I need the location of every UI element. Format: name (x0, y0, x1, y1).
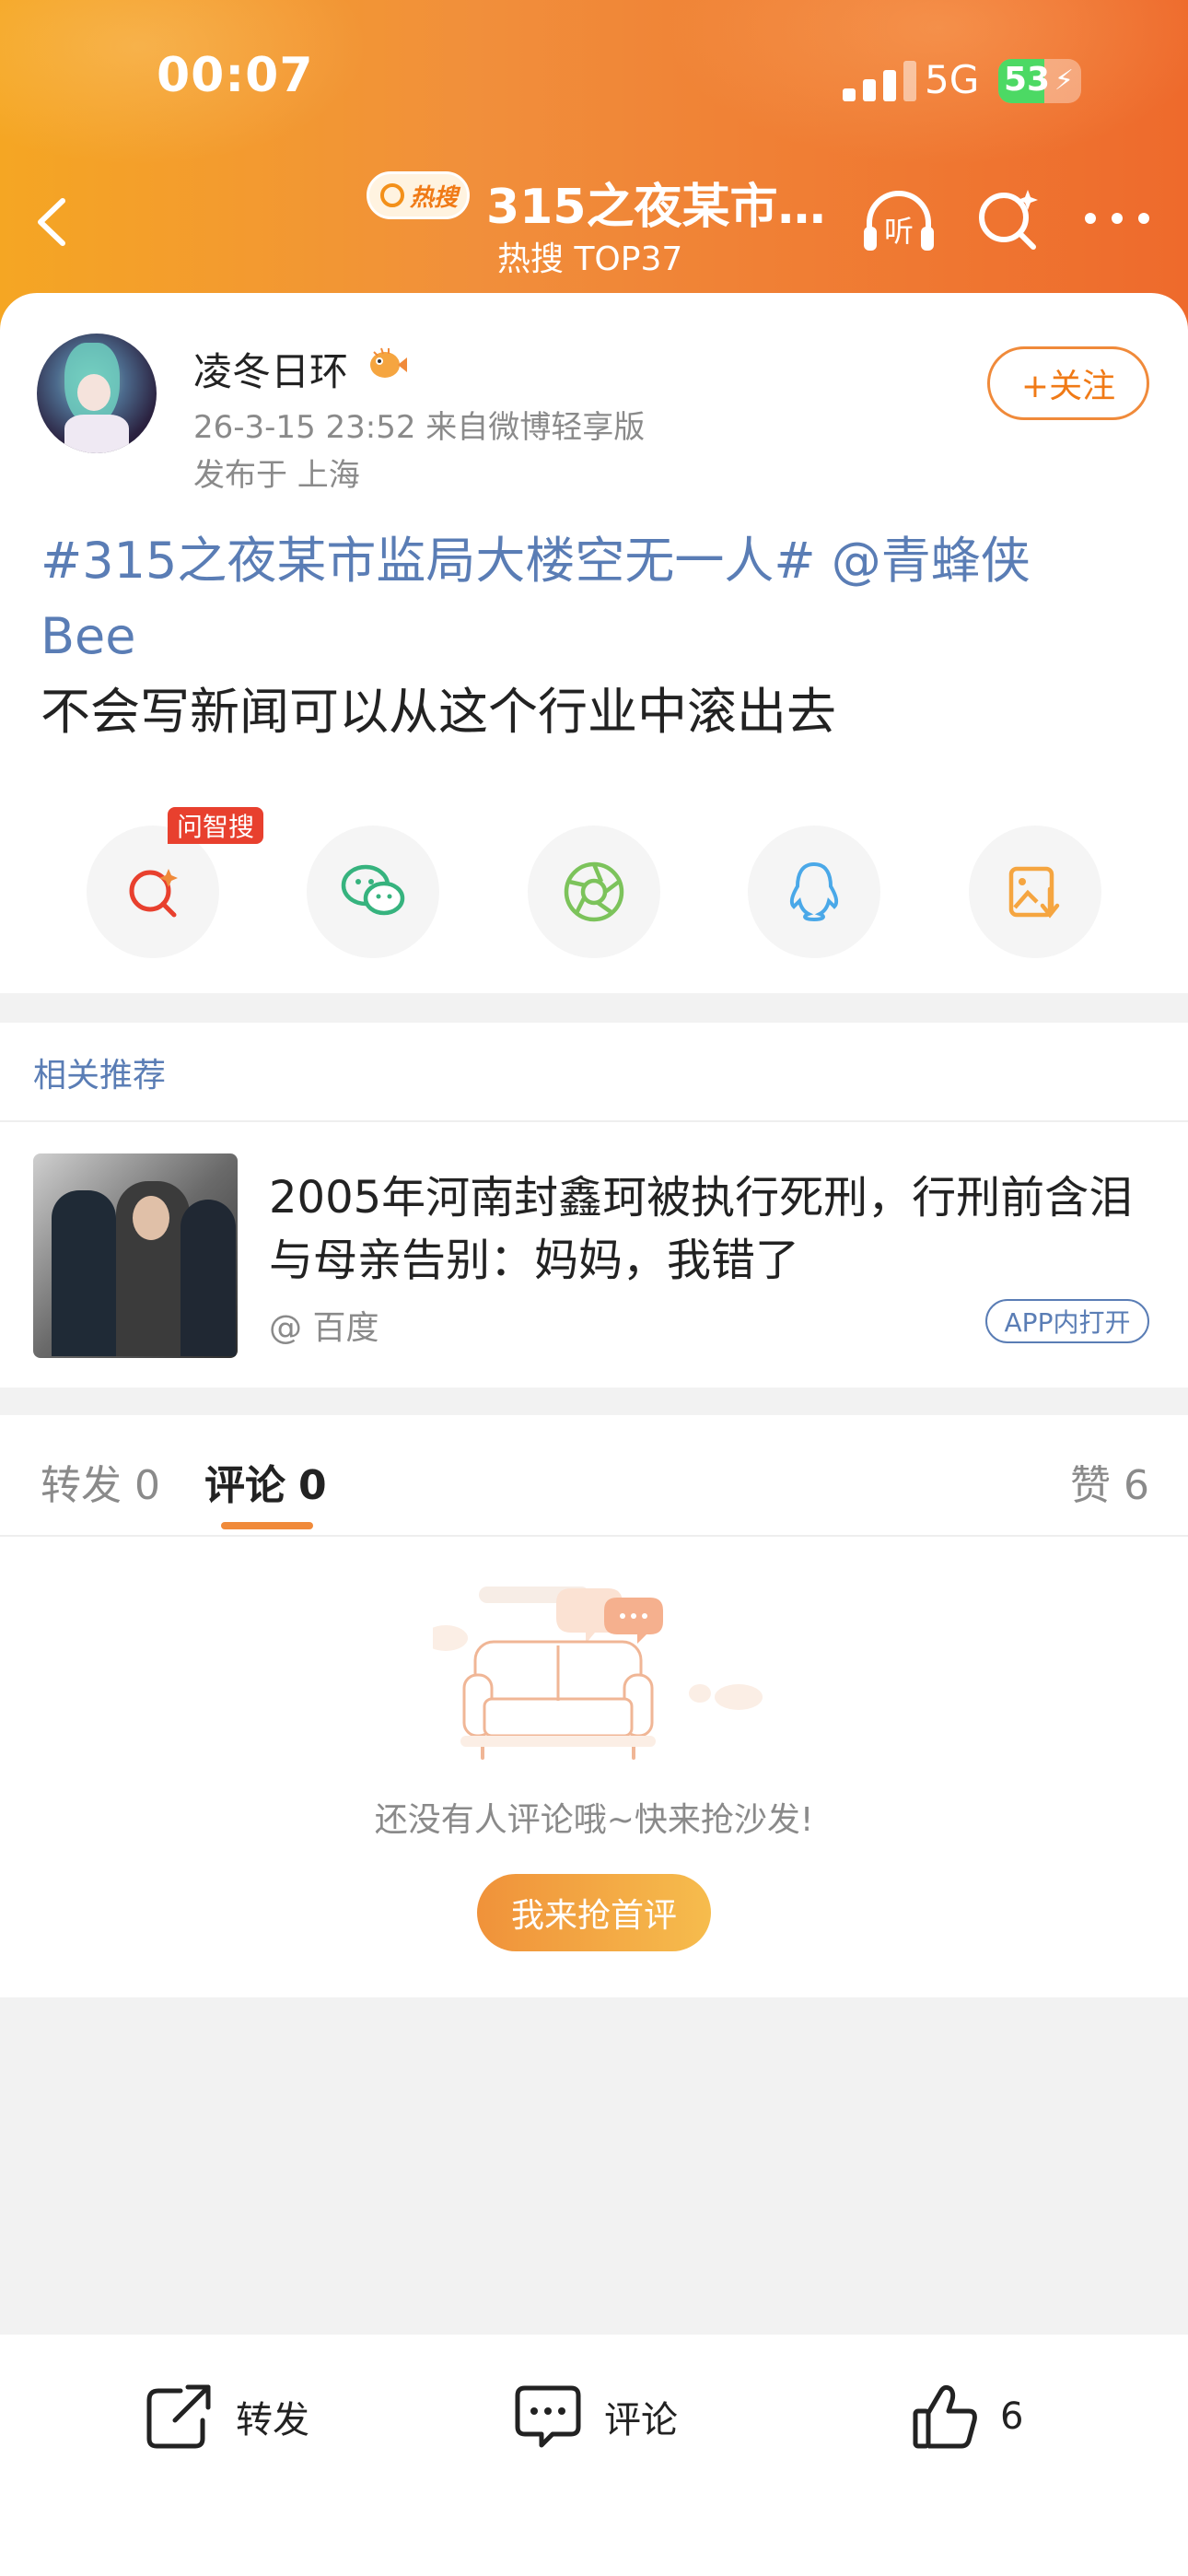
share-save-image-button[interactable] (969, 825, 1101, 958)
dot-icon (1138, 213, 1149, 224)
charging-icon: ⚡ (1054, 64, 1074, 97)
page-subtitle: 热搜 TOP37 (497, 240, 683, 278)
related-recommendations: 相关推荐 2005年河南封鑫珂被执行死刑，行刑前含泪与母亲告别：妈妈，我错了 @… (0, 1023, 1188, 1388)
comment-label: 评论 (604, 2399, 678, 2441)
share-wenzhisou-button[interactable] (87, 825, 219, 958)
share-qq-button[interactable] (748, 825, 880, 958)
comment-bubble-icon (515, 2385, 581, 2448)
divider (0, 1120, 1188, 1122)
share-moments-button[interactable] (528, 825, 660, 958)
repost-button[interactable]: 转发 (144, 2375, 309, 2458)
moments-icon (564, 861, 624, 922)
share-wechat-button[interactable] (307, 825, 439, 958)
post-meta: 26-3-15 23:52 来自微博轻享版 (193, 409, 646, 446)
listen-button[interactable]: 听 (860, 184, 938, 256)
battery-level: 53 (1004, 61, 1051, 99)
related-thumbnail[interactable] (33, 1153, 238, 1358)
more-options-button[interactable] (1085, 205, 1149, 232)
tab-comments[interactable]: 评论 0 (204, 1452, 327, 1511)
related-header: 相关推荐 (33, 1057, 167, 1095)
first-comment-button[interactable]: 我来抢首评 (477, 1874, 711, 1951)
top-header: 00:07 5G 53 ⚡ 热搜 315之夜某市… 热搜 TOP37 听 (0, 0, 1188, 332)
comment-button[interactable]: 评论 (512, 2375, 678, 2458)
comments-section: 转发 0 评论 0 赞6 还没有人评论哦~快来抢沙发! 我来抢首评 (0, 1415, 1188, 1997)
follow-button[interactable]: +关注 (987, 346, 1149, 420)
empty-comments-text: 还没有人评论哦~快来抢沙发! (374, 1801, 814, 1839)
status-time: 00:07 (157, 48, 314, 103)
divider (0, 1535, 1188, 1537)
search-icon (380, 183, 404, 207)
search-button[interactable] (974, 184, 1044, 254)
tab-likes-label: 赞 (1070, 1462, 1111, 1509)
bottom-action-bar: 转发 评论 6 (0, 2335, 1188, 2576)
avatar[interactable] (37, 334, 157, 453)
tab-reposts-count: 0 (134, 1462, 160, 1509)
qq-icon (789, 861, 839, 922)
post-card: 凌冬日环 26-3-15 23:52 来自微博轻享版 发布于 上海 +关注 #3… (0, 293, 1188, 993)
dot-icon (1112, 213, 1123, 224)
like-button[interactable]: 6 (910, 2375, 1023, 2458)
like-count: 6 (1000, 2395, 1024, 2438)
network-type: 5G (925, 57, 980, 102)
repost-label: 转发 (236, 2399, 309, 2441)
post-location: 发布于 上海 (193, 457, 360, 494)
share-arrow-icon (146, 2384, 211, 2449)
save-image-icon (1008, 866, 1060, 919)
tab-reposts-label: 转发 (41, 1462, 122, 1509)
active-tab-indicator (221, 1522, 313, 1529)
tab-comments-label: 评论 (204, 1462, 285, 1509)
post-text: #315之夜某市监局大楼空无一人# @青蜂侠 Bee 不会写新闻可以从这个行业中… (41, 523, 1155, 750)
pufferfish-badge-icon (367, 345, 407, 381)
wenzhisou-search-icon (129, 869, 178, 918)
tab-likes[interactable]: 赞6 (1070, 1452, 1149, 1511)
open-in-app-button[interactable]: APP内打开 (985, 1299, 1149, 1343)
hot-search-badge[interactable]: 热搜 (367, 171, 470, 219)
wechat-icon (341, 864, 405, 916)
page-title[interactable]: 315之夜某市… (486, 168, 826, 237)
back-button[interactable] (28, 190, 83, 254)
tab-reposts[interactable]: 转发 0 (41, 1452, 160, 1511)
share-row: 问智搜 (0, 807, 1188, 964)
ai-search-icon (979, 190, 1038, 250)
tab-comments-count: 0 (298, 1462, 327, 1509)
post-text-mention-line[interactable]: Bee (41, 599, 1155, 674)
chevron-left-icon (38, 198, 65, 246)
post-text-hashtag-line[interactable]: #315之夜某市监局大楼空无一人# @青蜂侠 (41, 523, 1155, 599)
post-text-body: 不会写新闻可以从这个行业中滚出去 (41, 683, 836, 741)
dot-icon (1085, 213, 1096, 224)
battery-icon: 53 ⚡ (998, 59, 1081, 103)
tab-likes-count: 6 (1124, 1462, 1149, 1509)
empty-sofa-illustration (424, 1587, 774, 1771)
related-source: @ 百度 (269, 1309, 379, 1347)
thumbs-up-icon (913, 2384, 977, 2449)
cellular-signal-icon (843, 61, 918, 101)
wenzhisou-tag: 问智搜 (168, 807, 264, 844)
listen-label: 听 (884, 214, 914, 249)
related-title[interactable]: 2005年河南封鑫珂被执行死刑，行刑前含泪与母亲告别：妈妈，我错了 (269, 1166, 1153, 1292)
headphones-icon: 听 (864, 191, 934, 251)
username[interactable]: 凌冬日环 (193, 341, 348, 397)
hot-search-badge-label: 热搜 (410, 183, 459, 212)
